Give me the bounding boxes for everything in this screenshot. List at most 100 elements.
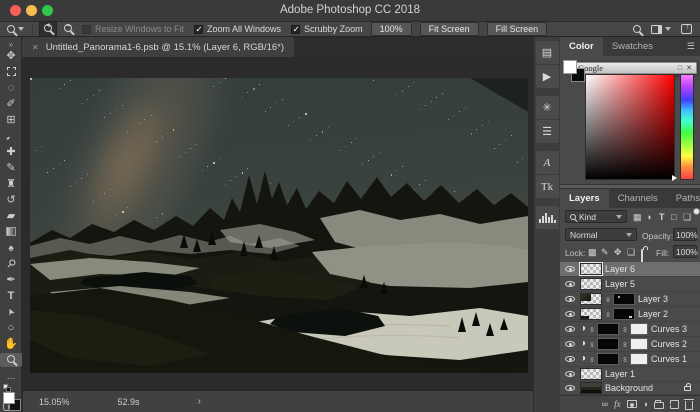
saturation-brightness-field[interactable] — [585, 74, 675, 180]
layer-name[interactable]: Curves 2 — [651, 339, 687, 349]
layer-name[interactable]: Layer 5 — [605, 279, 635, 289]
histogram-panel-icon[interactable] — [536, 206, 559, 229]
character-panel-icon[interactable]: Tk — [536, 175, 559, 198]
tool-eraser[interactable]: ▰ — [0, 209, 22, 223]
zoom-all-windows-checkbox[interactable]: Zoom All Windows — [194, 24, 281, 34]
vector-mask-thumbnail[interactable] — [630, 353, 648, 365]
new-group-icon[interactable] — [654, 402, 664, 409]
visibility-eye-icon[interactable] — [565, 326, 575, 332]
minimize-icon[interactable]: □ — [678, 65, 682, 72]
zoom-level-field[interactable]: 15.05% — [39, 397, 70, 407]
layer-filtering-toggle[interactable] — [693, 208, 700, 215]
tool-dodge[interactable]: ⚲ — [0, 257, 22, 271]
background-layer-thumbnail[interactable] — [580, 382, 602, 394]
close-tab-icon[interactable]: ✕ — [32, 43, 39, 52]
layer-mask-thumbnail[interactable] — [597, 338, 619, 350]
tool-gradient[interactable] — [0, 225, 22, 239]
tool-pen[interactable]: ✒ — [0, 273, 22, 287]
layer-mask-thumbnail[interactable] — [597, 353, 619, 365]
tab-swatches[interactable]: Swatches — [603, 37, 662, 56]
foreground-color-swatch[interactable] — [563, 60, 577, 74]
lock-position-icon[interactable]: ✥ — [614, 247, 622, 258]
tool-eyedropper[interactable]: ❜ — [0, 129, 22, 143]
lock-pixels-icon[interactable]: ✎ — [601, 247, 609, 258]
search-icon[interactable] — [633, 25, 641, 33]
edit-toolbar-icon[interactable]: … — [0, 369, 22, 383]
tool-hand[interactable]: ✋ — [0, 337, 22, 351]
tool-type[interactable]: T — [0, 289, 22, 303]
layer-thumbnail[interactable] — [580, 263, 602, 275]
curves-adjustment-icon[interactable]: ◑ — [580, 324, 586, 334]
tab-layers[interactable]: Layers — [560, 189, 609, 208]
tool-path-selection[interactable]: ➤ — [0, 305, 22, 319]
tool-zoom-selected[interactable] — [0, 353, 22, 367]
layer-row-layer-1[interactable]: Layer 1 — [560, 367, 700, 382]
new-layer-icon[interactable] — [670, 400, 679, 409]
visibility-eye-icon[interactable] — [565, 296, 575, 302]
tool-crop[interactable]: ⊞ — [0, 113, 22, 127]
layer-name[interactable]: Layer 3 — [638, 294, 668, 304]
history-panel-icon[interactable]: ▤ — [536, 41, 559, 64]
layer-thumbnail[interactable] — [580, 368, 602, 380]
visibility-eye-icon[interactable] — [565, 311, 575, 317]
layer-thumbnail[interactable] — [580, 293, 602, 305]
layer-mask-thumbnail[interactable] — [613, 293, 635, 305]
zoom-in-button[interactable]: + — [39, 21, 57, 37]
google-extension-window[interactable]: Google □ ✕ — [573, 62, 697, 74]
hue-slider-marker[interactable] — [672, 175, 677, 181]
visibility-eye-icon[interactable] — [565, 266, 575, 272]
opacity-dropdown[interactable]: 100% — [673, 228, 697, 241]
foreground-color-swatch[interactable] — [3, 392, 15, 404]
tool-history-brush[interactable]: ↺ — [0, 193, 22, 207]
layer-name[interactable]: Layer 2 — [638, 309, 668, 319]
fill-dropdown[interactable]: 100% — [673, 245, 697, 258]
document-image[interactable] — [30, 78, 528, 373]
status-options-chevron[interactable]: › — [198, 396, 201, 407]
layer-row-curves-2[interactable]: ◑ ∞ ∞ Curves 2 — [560, 337, 700, 352]
visibility-eye-icon[interactable] — [565, 356, 575, 362]
layer-name[interactable]: Layer 1 — [605, 369, 635, 379]
layer-name[interactable]: Background — [605, 383, 653, 393]
tool-ellipse-shape[interactable]: ○ — [0, 321, 22, 335]
scrubby-zoom-checkbox[interactable]: Scrubby Zoom — [291, 24, 363, 34]
hue-slider[interactable] — [680, 74, 694, 180]
fit-screen-button[interactable]: Fit Screen — [420, 22, 479, 36]
visibility-eye-icon[interactable] — [565, 281, 575, 287]
layer-row-layer-6[interactable]: Layer 6 — [560, 262, 700, 277]
canvas-area[interactable] — [23, 57, 533, 390]
layer-style-fx-icon[interactable]: fx — [614, 399, 621, 409]
vector-mask-thumbnail[interactable] — [630, 323, 648, 335]
lock-transparency-icon[interactable]: ▩ — [588, 247, 597, 258]
tool-rectangular-marquee[interactable] — [0, 65, 22, 79]
share-icon[interactable]: ↑ — [681, 24, 692, 34]
glyphs-panel-icon[interactable]: A — [536, 151, 559, 174]
fill-screen-button[interactable]: Fill Screen — [487, 22, 548, 36]
tab-color[interactable]: Color — [560, 37, 603, 56]
panel-menu-icon[interactable]: ☰ — [687, 41, 695, 52]
checkbox-checked-icon[interactable] — [194, 25, 203, 34]
tool-blur[interactable]: ♠ — [0, 241, 22, 255]
layer-mask-thumbnail[interactable] — [613, 308, 635, 320]
zoom-tool-indicator[interactable] — [7, 25, 24, 33]
filter-pixel-layers-icon[interactable]: ▦ — [633, 212, 642, 223]
tool-spot-healing[interactable]: ✚ — [0, 145, 22, 159]
layer-thumbnail[interactable] — [580, 308, 602, 320]
curves-adjustment-icon[interactable]: ◑ — [580, 354, 586, 364]
layer-name[interactable]: Layer 6 — [605, 264, 635, 274]
filter-type-layers-icon[interactable]: T — [659, 212, 665, 222]
tool-clone-stamp[interactable]: ♜ — [0, 177, 22, 191]
layer-name[interactable]: Curves 3 — [651, 324, 687, 334]
add-layer-mask-icon[interactable] — [627, 400, 637, 408]
filter-shape-layers-icon[interactable]: □ — [671, 212, 676, 222]
filter-smart-objects-icon[interactable]: ❏ — [683, 212, 691, 223]
tool-quick-selection[interactable]: ✐ — [0, 97, 22, 111]
properties-panel-icon[interactable]: ☰ — [536, 120, 559, 143]
link-layers-icon[interactable]: ∞ — [602, 399, 608, 409]
tool-move[interactable]: ✥ — [0, 49, 22, 63]
adjustments-panel-icon[interactable]: ✳ — [536, 96, 559, 119]
visibility-eye-icon[interactable] — [565, 385, 575, 391]
layer-thumbnail[interactable] — [580, 278, 602, 290]
tab-paths[interactable]: Paths — [667, 189, 700, 208]
layer-mask-thumbnail[interactable] — [597, 323, 619, 335]
tool-brush[interactable]: ✎ — [0, 161, 22, 175]
